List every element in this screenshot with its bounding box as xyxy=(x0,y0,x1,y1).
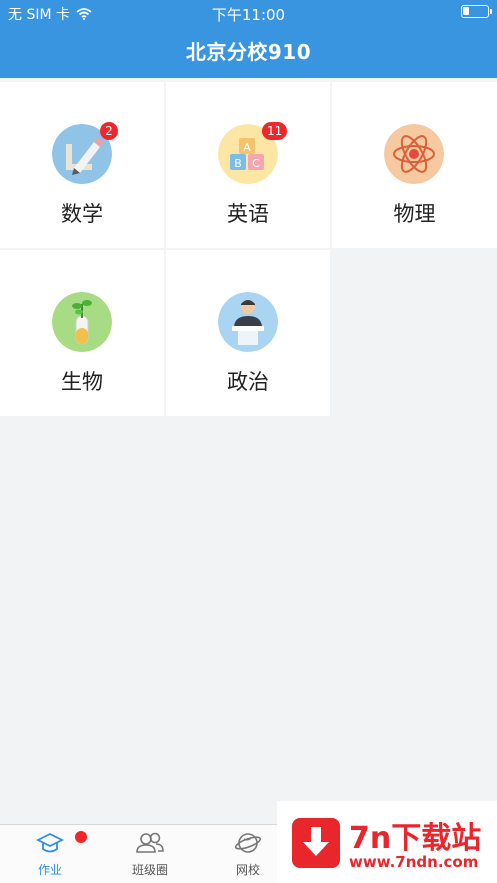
watermark-title: 7n下载站 xyxy=(349,821,482,856)
subject-label: 英语 xyxy=(227,202,269,226)
watermark-url: www.7ndn.com xyxy=(349,853,479,871)
people-icon xyxy=(136,832,164,853)
speaker-podium-icon xyxy=(218,292,278,352)
status-time: 下午11:00 xyxy=(211,6,286,24)
subject-tile-politics[interactable]: 政治 xyxy=(166,250,330,416)
top-bar: 无 SIM 卡 下午11:00 北京分校910 xyxy=(0,0,497,78)
status-bar: 无 SIM 卡 下午11:00 xyxy=(0,0,497,26)
atom-icon xyxy=(384,124,444,184)
subject-tile-biology[interactable]: 生物 xyxy=(0,250,164,416)
subject-label: 政治 xyxy=(227,370,269,394)
test-tube-plant-icon xyxy=(52,292,112,352)
notification-dot xyxy=(75,831,87,843)
tab-label: 作业 xyxy=(37,863,62,877)
subject-tile-english[interactable]: A B C 11 英语 xyxy=(166,82,330,248)
svg-text:C: C xyxy=(252,157,260,170)
svg-text:B: B xyxy=(234,157,242,170)
tab-label: 班级圈 xyxy=(131,863,168,877)
globe-icon xyxy=(234,833,262,853)
subject-label: 数学 xyxy=(61,202,103,226)
subject-label: 物理 xyxy=(393,202,436,226)
subject-tile-math[interactable]: 2 数学 xyxy=(0,82,164,248)
svg-text:A: A xyxy=(243,141,251,154)
subject-tile-physics[interactable]: 物理 xyxy=(332,82,497,248)
battery-icon xyxy=(461,5,492,18)
tab-class-circle[interactable]: 班级圈 xyxy=(100,831,200,878)
page-title: 北京分校910 xyxy=(185,40,312,64)
watermark-banner: 7n下载站 www.7ndn.com xyxy=(277,801,497,883)
badge-count: 2 xyxy=(100,122,118,140)
subject-label: 生物 xyxy=(61,370,103,394)
badge-count: 11 xyxy=(262,122,288,140)
graduation-cap-icon xyxy=(35,832,65,853)
download-icon xyxy=(292,818,340,868)
